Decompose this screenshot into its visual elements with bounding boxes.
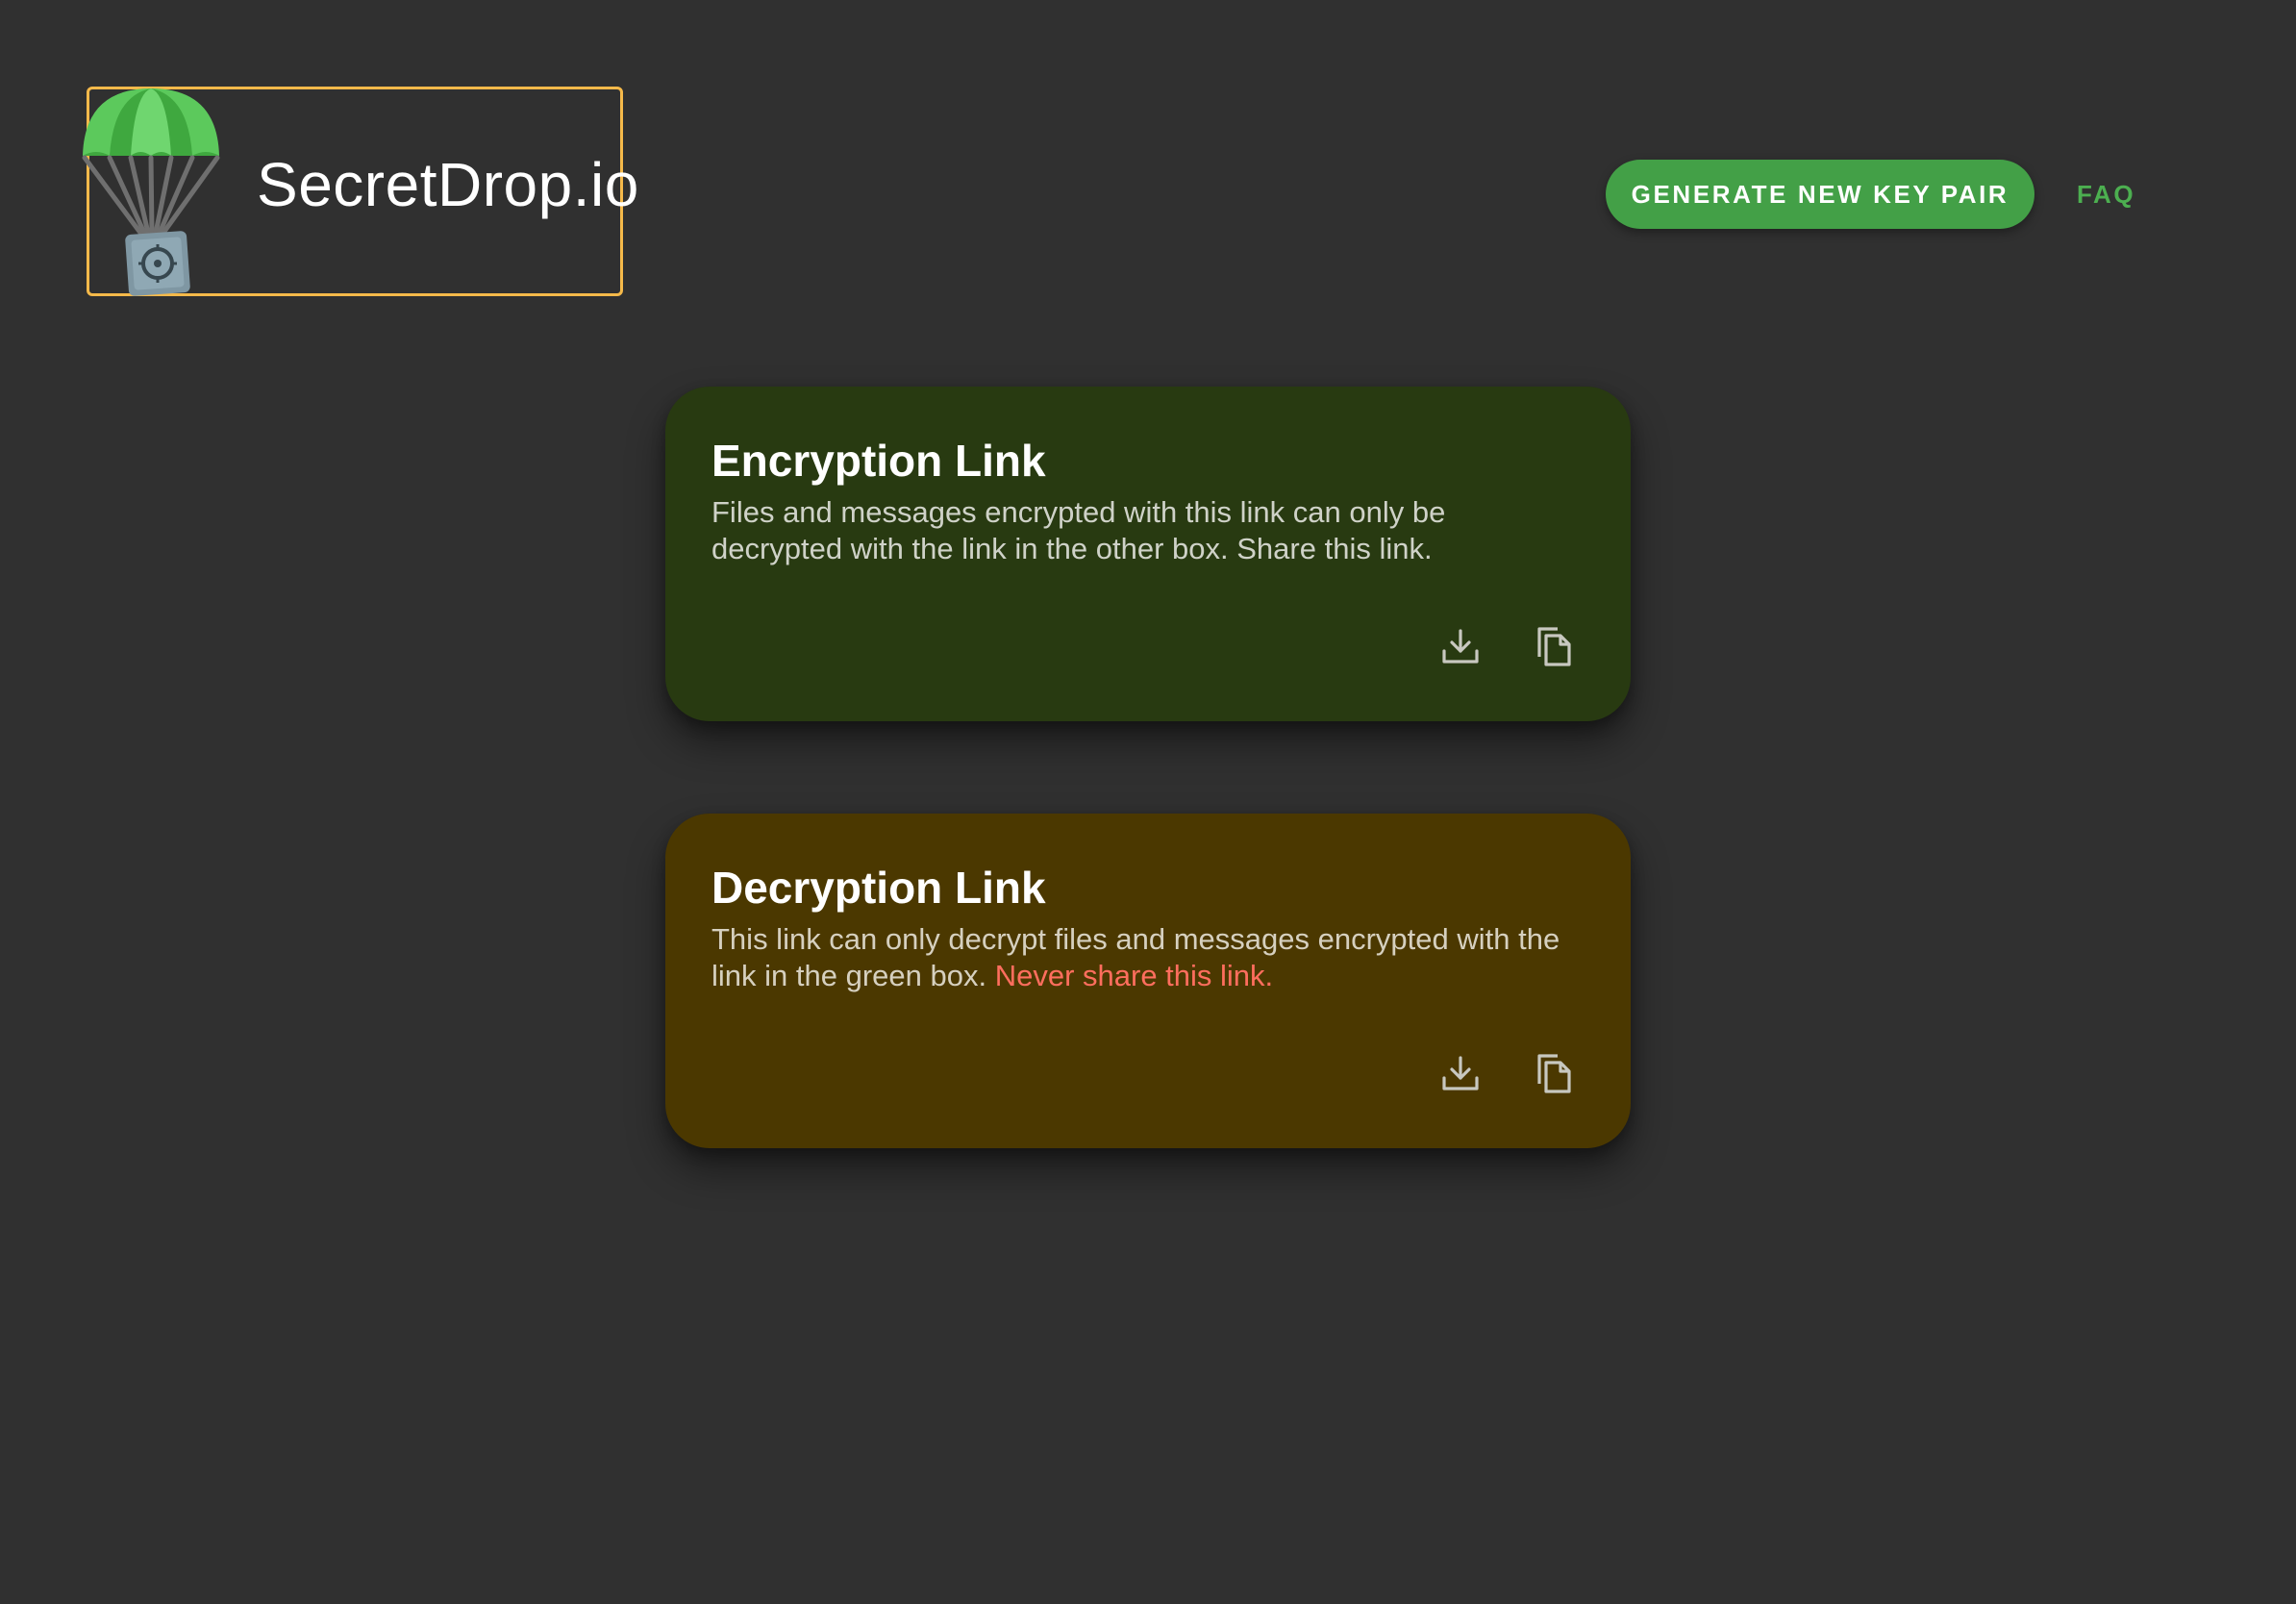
encryption-download-button[interactable] — [1436, 622, 1485, 670]
encryption-link-card: Encryption Link Files and messages encry… — [665, 387, 1631, 721]
decryption-card-description: This link can only decrypt files and mes… — [711, 921, 1577, 994]
decryption-download-button[interactable] — [1436, 1049, 1485, 1097]
copy-icon — [1537, 627, 1571, 666]
decryption-card-warning: Never share this link. — [994, 959, 1274, 992]
encryption-card-actions — [1436, 617, 1577, 675]
decryption-copy-button[interactable] — [1529, 1049, 1577, 1097]
decryption-link-card: Decryption Link This link can only decry… — [665, 814, 1631, 1148]
app-title[interactable]: SecretDrop.io — [257, 154, 639, 215]
encryption-card-title: Encryption Link — [711, 436, 1046, 486]
parachute-safe-icon — [82, 88, 220, 296]
encryption-card-description: Files and messages encrypted with this l… — [711, 495, 1446, 565]
faq-link[interactable]: FAQ — [2077, 160, 2135, 229]
encryption-copy-button[interactable] — [1529, 622, 1577, 670]
decryption-card-title: Decryption Link — [711, 863, 1046, 913]
generate-key-pair-button[interactable]: GENERATE NEW KEY PAIR — [1606, 160, 2034, 229]
download-icon — [1442, 629, 1479, 664]
download-icon — [1442, 1056, 1479, 1090]
copy-icon — [1537, 1054, 1571, 1093]
decryption-card-actions — [1436, 1044, 1577, 1102]
